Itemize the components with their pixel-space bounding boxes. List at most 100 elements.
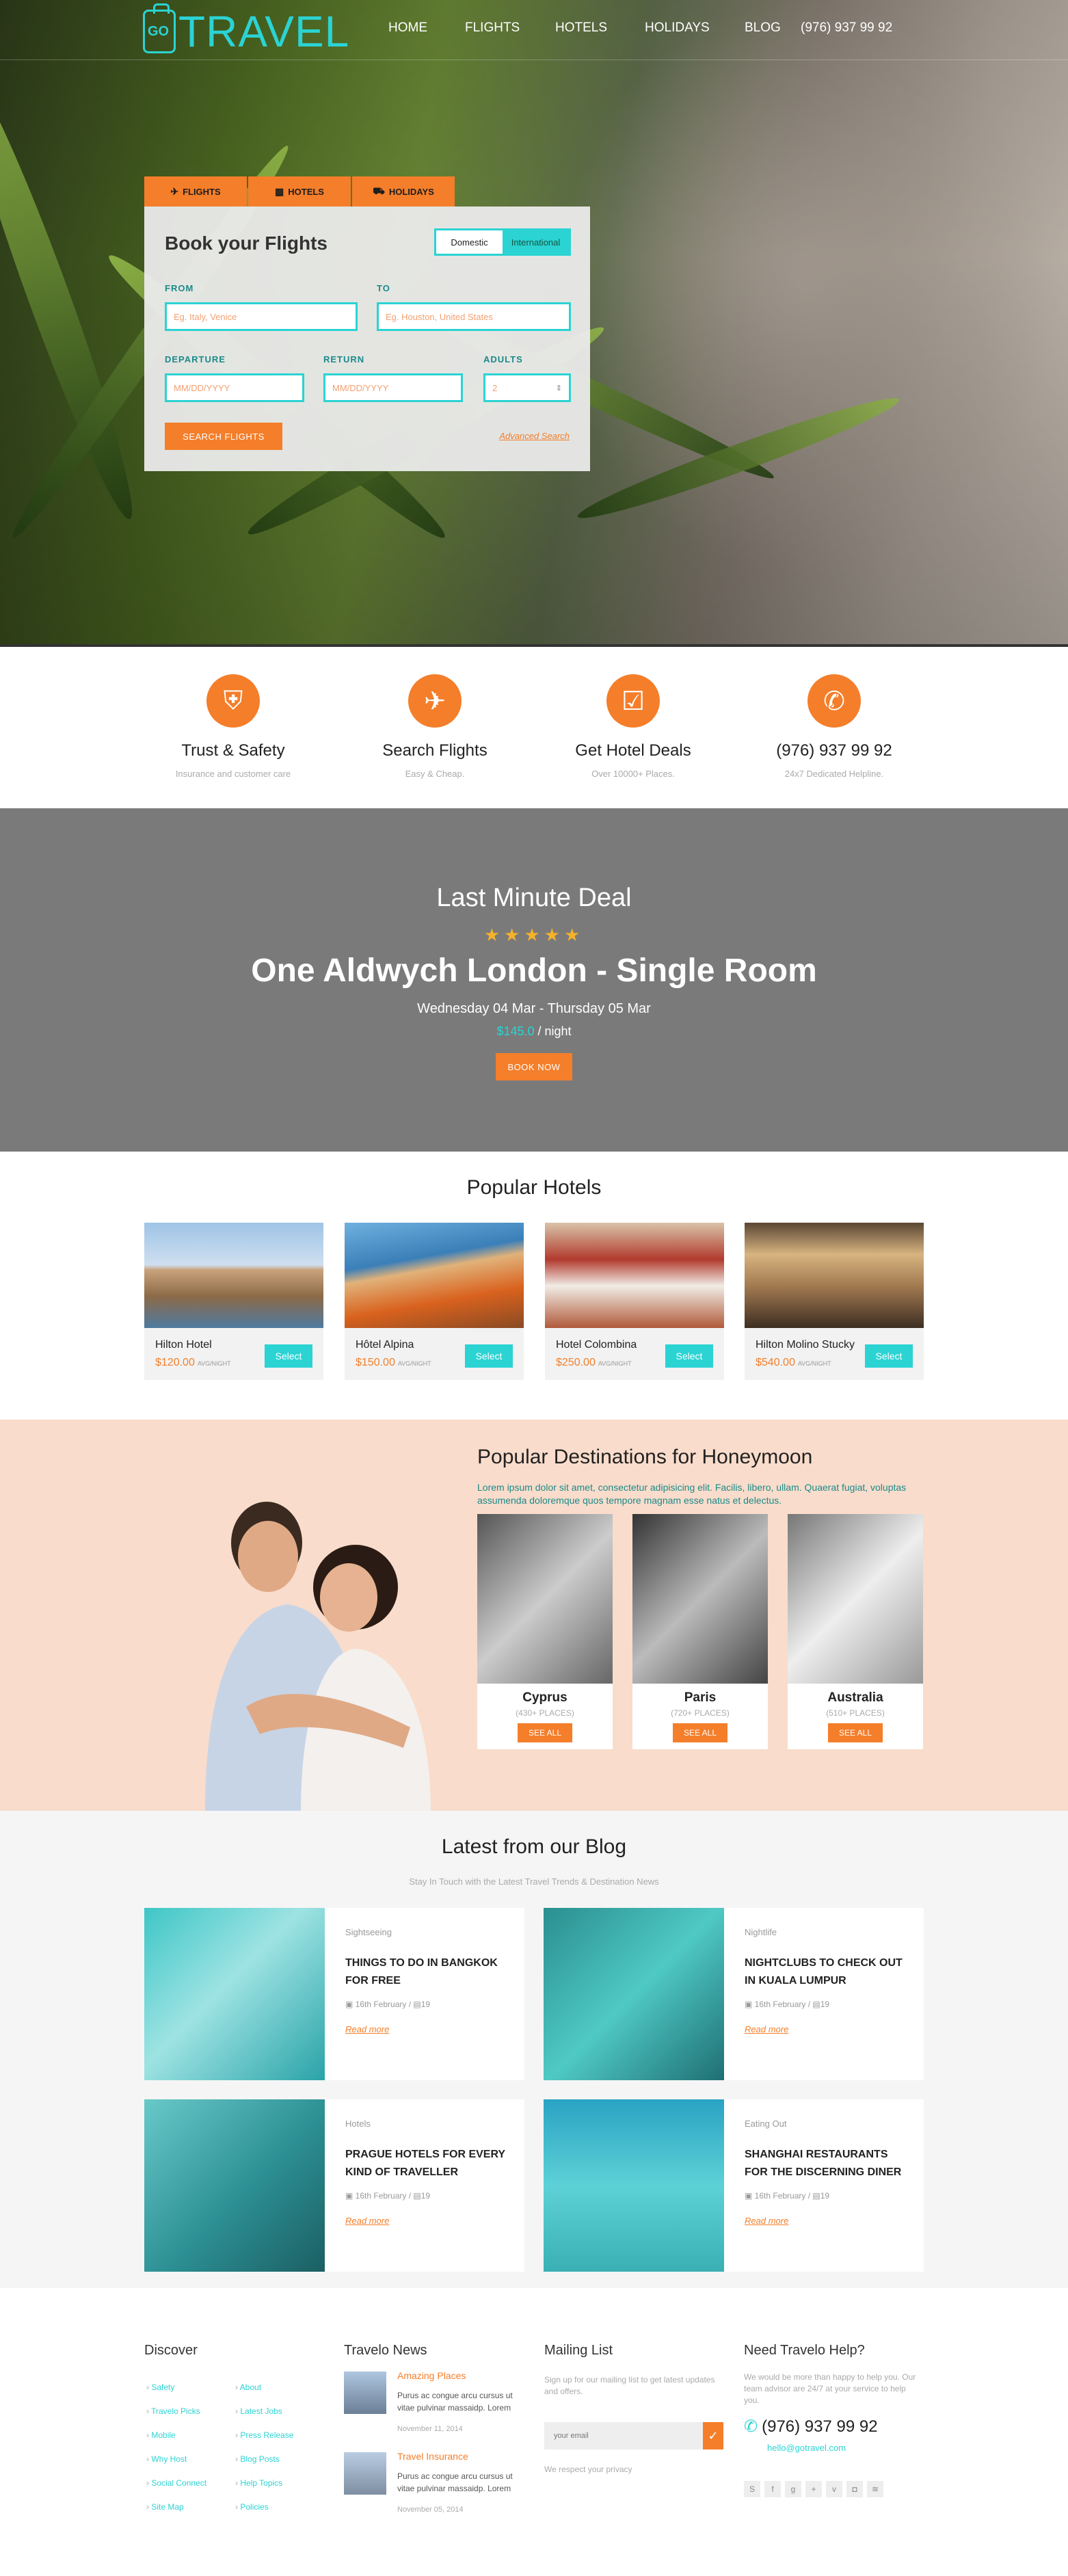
googleplus-icon[interactable]: g [785,2481,801,2497]
news-date: November 11, 2014 [397,2425,463,2433]
form-title: Book your Flights [165,233,328,254]
destination-name: Cyprus [522,1690,568,1705]
blog-image[interactable] [544,2099,724,2272]
adults-label: ADULTS [483,354,523,364]
section-title: Latest from our Blog [441,1835,627,1858]
destination-image[interactable] [477,1514,613,1684]
footer-link[interactable]: Site Map [146,2495,206,2519]
read-more-link[interactable]: Read more [745,2024,788,2034]
blog-title[interactable]: SHANGHAI RESTAURANTS FOR THE DISCERNING … [745,2146,909,2181]
nav-blog[interactable]: BLOG [745,21,801,36]
news-item: Travel Insurance Purus ac congue arcu cu… [344,2451,522,2521]
blog-image[interactable] [144,2099,325,2272]
news-title[interactable]: Amazing Places [397,2370,466,2381]
footer-link[interactable]: Press Release [235,2424,293,2447]
camera-icon[interactable]: ◘ [846,2481,863,2497]
logo[interactable]: GO TRAVEL [143,3,349,56]
search-flights-button[interactable]: SEARCH FLIGHTS [165,423,282,450]
from-input[interactable]: Eg. Italy, Venice [165,302,358,331]
blog-title[interactable]: THINGS TO DO IN BANGKOK FOR FREE [345,1954,509,1990]
skype-icon[interactable]: S [744,2481,760,2497]
footer-mailing-column: Mailing List [544,2343,613,2359]
blog-image[interactable] [544,1908,724,2080]
blog-title[interactable]: PRAGUE HOTELS FOR EVERY KIND OF TRAVELLE… [345,2146,509,2181]
hotel-image[interactable] [345,1223,524,1328]
nav-holidays[interactable]: HOLIDAYS [645,21,745,36]
plus-icon[interactable]: + [805,2481,822,2497]
footer-link[interactable]: About [235,2376,293,2400]
facebook-icon[interactable]: f [764,2481,781,2497]
subscribe-button[interactable]: ✓ [703,2422,723,2449]
news-title[interactable]: Travel Insurance [397,2451,468,2462]
read-more-link[interactable]: Read more [745,2216,788,2226]
return-label: RETURN [323,354,365,364]
hotel-image[interactable] [745,1223,924,1328]
help-phone[interactable]: ✆ (976) 937 99 92 [744,2417,878,2436]
read-more-link[interactable]: Read more [345,2216,389,2226]
to-input[interactable]: Eg. Houston, United States [377,302,571,331]
deal-price: $145.0 / night [496,1024,572,1038]
see-all-button[interactable]: SEE ALL [518,1723,572,1742]
deal-dates: Wednesday 04 Mar - Thursday 05 Mar [417,1001,651,1016]
nav-home[interactable]: HOME [388,21,465,36]
footer-link[interactable]: Safety [146,2376,206,2400]
adults-stepper[interactable]: 2 ⇕ [483,373,571,402]
book-now-button[interactable]: BOOK NOW [496,1053,572,1080]
features-section: ⛨ Trust & Safety Insurance and customer … [0,644,1068,808]
shield-icon: ⛨ [206,674,260,728]
select-button[interactable]: Select [865,1344,913,1368]
departure-input[interactable]: MM/DD/YYYY [165,373,304,402]
domestic-option[interactable]: Domestic [436,230,503,254]
vimeo-icon[interactable]: v [826,2481,842,2497]
news-thumbnail[interactable] [344,2372,386,2414]
destination-image[interactable] [788,1514,923,1684]
nav-hotels[interactable]: HOTELS [555,21,645,36]
international-option[interactable]: International [503,230,569,254]
trip-type-toggle: Domestic International [434,228,571,256]
read-more-link[interactable]: Read more [345,2024,389,2034]
blog-image[interactable] [144,1908,325,2080]
footer-link[interactable]: Why Host [146,2447,206,2471]
flight-search-form: Book your Flights Domestic International… [144,207,590,471]
hotel-image[interactable] [545,1223,724,1328]
destination-image[interactable] [632,1514,768,1684]
advanced-search-link[interactable]: Advanced Search [499,431,570,441]
footer-link[interactable]: Blog Posts [235,2447,293,2471]
return-input[interactable]: MM/DD/YYYY [323,373,463,402]
footer-link[interactable]: Social Connect [146,2471,206,2495]
nav-phone[interactable]: (976) 937 99 92 [801,21,924,36]
deal-heading: Last Minute Deal [436,884,632,912]
tab-flights[interactable]: ✈ FLIGHTS [144,176,247,207]
news-thumbnail[interactable] [344,2452,386,2495]
nav-flights[interactable]: FLIGHTS [465,21,555,36]
calendar-icon: ▣ [345,2191,356,2201]
calendar-check-icon: ☑ [606,674,660,728]
hotel-card: Hilton Hotel $120.00 AVG/NIGHT Select [144,1223,323,1380]
help-email-link[interactable]: hello@gotravel.com [767,2443,846,2453]
select-button[interactable]: Select [265,1344,312,1368]
footer-link[interactable]: Policies [235,2495,293,2519]
destination-name: Australia [827,1690,883,1705]
hotel-image[interactable] [144,1223,323,1328]
stepper-icon[interactable]: ⇕ [556,384,562,393]
tab-holidays[interactable]: ⛟ HOLIDAYS [352,176,455,207]
footer-link[interactable]: Latest Jobs [235,2400,293,2424]
destination-card: Australia (510+ PLACES) SEE ALL [788,1514,923,1749]
select-button[interactable]: Select [465,1344,513,1368]
couple-photo [205,1502,431,1811]
footer-link[interactable]: Mobile [146,2424,206,2447]
rss-icon[interactable]: ≋ [867,2481,883,2497]
calendar-icon: ▣ [345,2000,356,2009]
tab-hotels[interactable]: ▦ HOTELS [248,176,351,207]
email-input[interactable]: your email [544,2422,703,2449]
hotel-card: Hôtel Alpina $150.00 AVG/NIGHT Select [345,1223,524,1380]
comment-icon: ▤ [413,2000,421,2009]
feature-title: Search Flights [382,741,488,760]
select-button[interactable]: Select [665,1344,713,1368]
see-all-button[interactable]: SEE ALL [673,1723,727,1742]
footer-link[interactable]: Travelo Picks [146,2400,206,2424]
see-all-button[interactable]: SEE ALL [828,1723,883,1742]
feature-subtitle: 24x7 Dedicated Helpline. [784,769,884,779]
footer-link[interactable]: Help Topics [235,2471,293,2495]
blog-title[interactable]: NIGHTCLUBS TO CHECK OUT IN KUALA LUMPUR [745,1954,909,1990]
